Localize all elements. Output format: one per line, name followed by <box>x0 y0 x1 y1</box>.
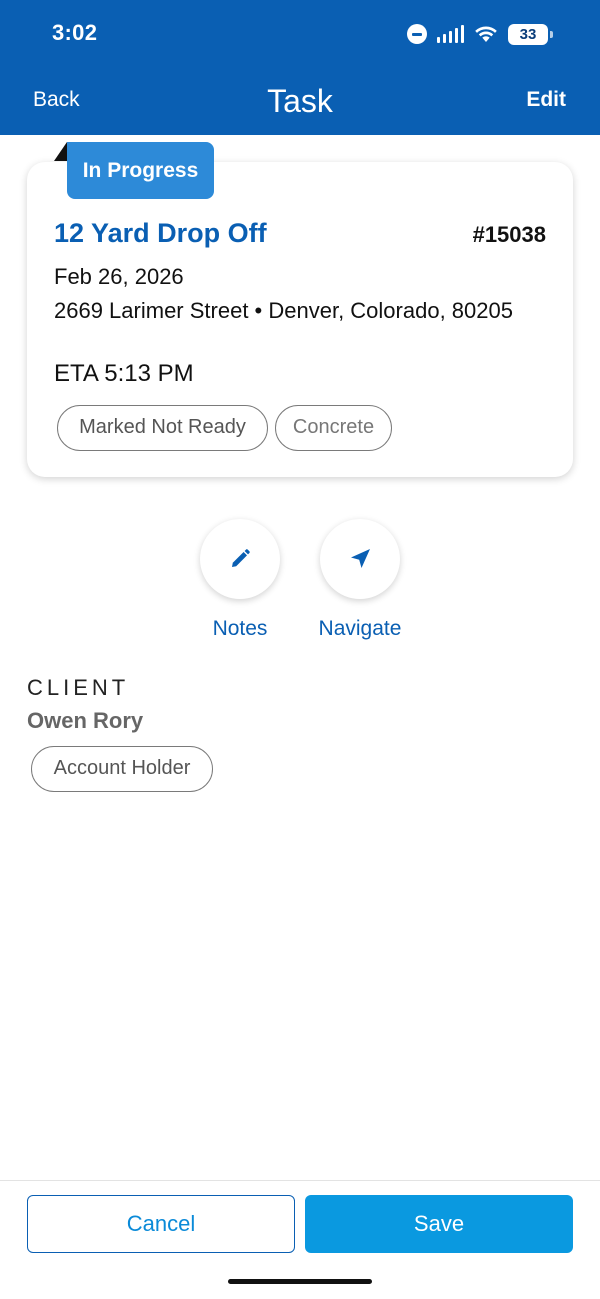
cellular-signal-icon <box>436 25 464 43</box>
navigation-arrow-icon <box>351 549 370 568</box>
tag-concrete: Concrete <box>275 405 392 451</box>
task-address: 2669 Larimer Street • Denver, Colorado, … <box>54 298 513 323</box>
account-holder-tag: Account Holder <box>31 746 213 792</box>
task-number: #15038 <box>472 222 546 247</box>
client-name: Owen Rory <box>27 708 144 733</box>
navigate-button[interactable] <box>320 519 400 599</box>
home-indicator <box>228 1279 372 1284</box>
tag-marked-not-ready: Marked Not Ready <box>57 405 268 451</box>
footer-divider <box>0 1180 600 1181</box>
client-section-heading: CLIENT <box>27 675 130 700</box>
task-date: Feb 26, 2026 <box>54 264 184 289</box>
cancel-button[interactable]: Cancel <box>27 1195 295 1253</box>
navigate-label[interactable]: Navigate <box>300 617 420 641</box>
ribbon-fold <box>54 142 67 161</box>
battery-level: 33 <box>519 25 537 43</box>
status-badge: In Progress <box>67 142 214 199</box>
app-header: 3:02 33 Back Task Edit <box>0 0 600 135</box>
edit-button[interactable]: Edit <box>526 88 566 112</box>
do-not-disturb-icon <box>406 24 427 44</box>
wifi-icon <box>474 25 498 43</box>
save-button[interactable]: Save <box>305 1195 573 1253</box>
status-time: 3:02 <box>52 20 98 45</box>
status-icons: 33 <box>406 22 553 46</box>
page-title: Task <box>267 83 333 119</box>
task-eta: ETA 5:13 PM <box>54 360 194 387</box>
pencil-icon <box>232 549 250 567</box>
notes-label[interactable]: Notes <box>180 617 300 641</box>
battery-icon: 33 <box>508 23 553 45</box>
status-bar: 3:02 33 <box>0 0 600 68</box>
task-title: 12 Yard Drop Off <box>54 218 267 248</box>
notes-button[interactable] <box>200 519 280 599</box>
